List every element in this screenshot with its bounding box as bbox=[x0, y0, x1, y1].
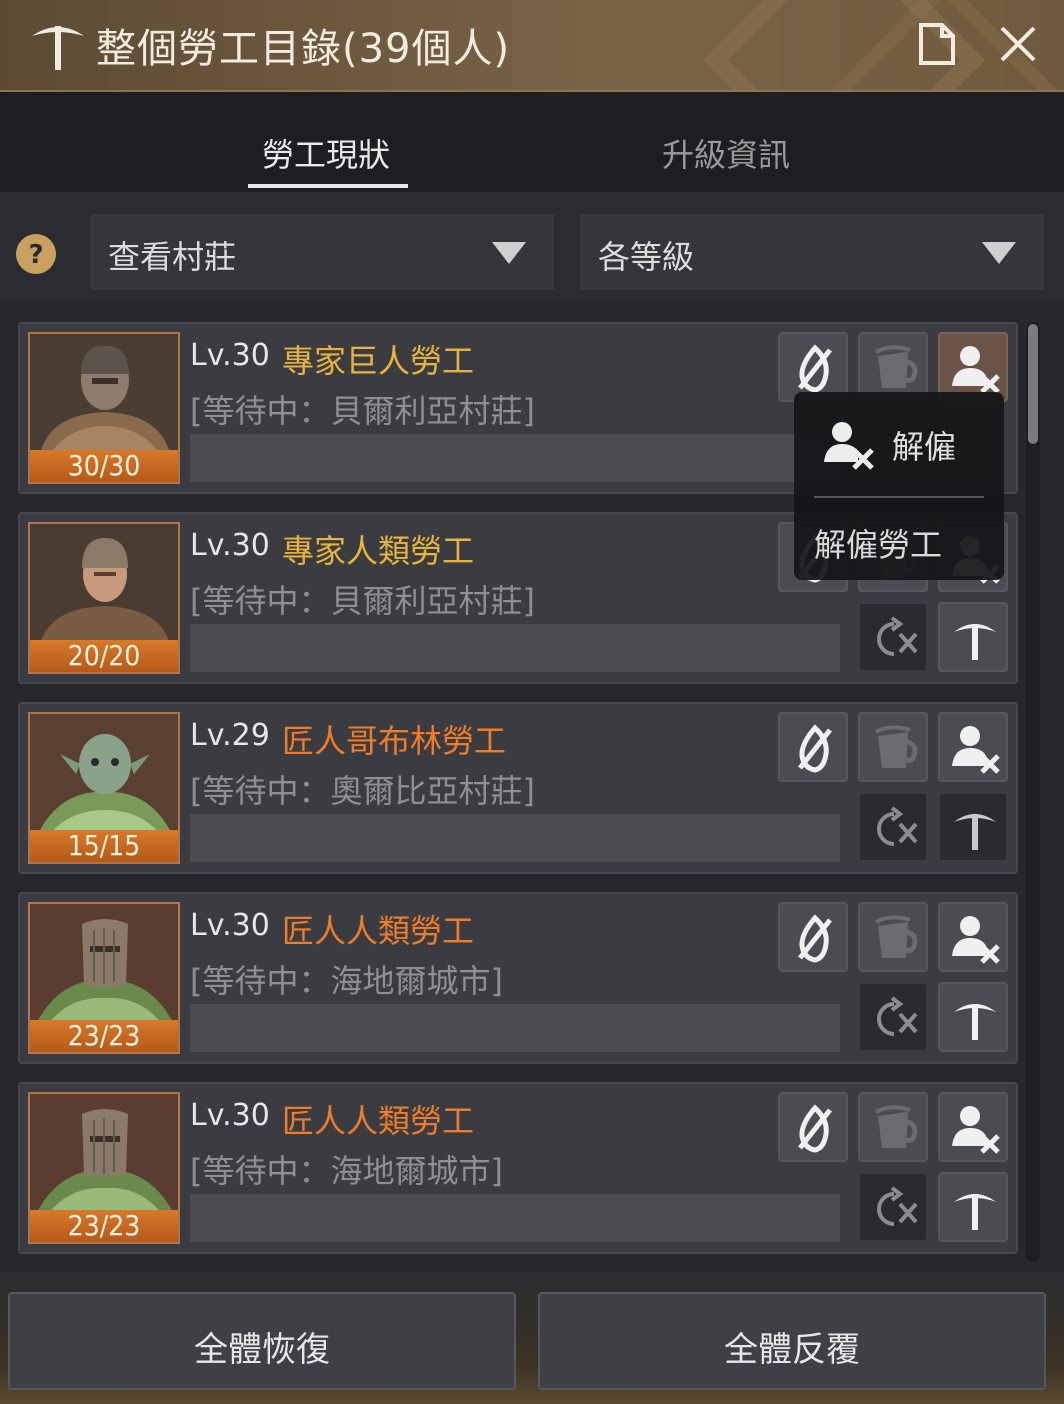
masked-worker-portrait: 23/23 bbox=[28, 1092, 180, 1244]
worker-status: [等待中：貝爾利亞村莊] bbox=[190, 582, 535, 620]
worker-name: 匠人哥布林勞工 bbox=[282, 722, 507, 760]
level-select-label: 各等級 bbox=[598, 238, 695, 276]
masked-worker-portrait: 23/23 bbox=[28, 902, 180, 1054]
bottom-bar: 全體恢復 全體反覆 bbox=[0, 1272, 1064, 1404]
worker-level: Lv.30 bbox=[190, 908, 270, 943]
worker-status: [等待中：海地爾城市] bbox=[190, 962, 503, 1000]
tab-worker-status[interactable]: 勞工現狀 bbox=[262, 130, 390, 176]
pickaxe-button[interactable] bbox=[938, 792, 1008, 862]
stamina-badge: 15/15 bbox=[30, 830, 178, 862]
help-icon[interactable]: ? bbox=[14, 232, 58, 276]
worker-status: [等待中：奧爾比亞村莊] bbox=[190, 772, 535, 810]
close-icon[interactable] bbox=[996, 22, 1040, 66]
tab-bar: 勞工現狀 升級資訊 bbox=[0, 92, 1064, 192]
goblin-worker-portrait: 15/15 bbox=[28, 712, 180, 864]
svg-text:?: ? bbox=[28, 240, 43, 270]
stamina-badge: 30/30 bbox=[30, 450, 178, 482]
dismiss-worker-icon bbox=[824, 422, 874, 470]
window-title: 整個勞工目錄(39個人) bbox=[96, 26, 511, 72]
worker-status: [等待中：海地爾城市] bbox=[190, 1152, 503, 1190]
pickaxe-icon bbox=[32, 26, 84, 70]
divider bbox=[814, 496, 984, 498]
stamina-badge: 23/23 bbox=[30, 1020, 178, 1052]
repeat-all-label: 全體反覆 bbox=[724, 1330, 860, 1370]
repeat-cancel-button[interactable] bbox=[858, 602, 928, 672]
tab-upgrade-info[interactable]: 升級資訊 bbox=[662, 130, 790, 176]
dismiss-worker-button[interactable] bbox=[938, 712, 1008, 782]
village-select[interactable]: 查看村莊 bbox=[88, 212, 556, 292]
no-flame-button[interactable] bbox=[778, 1092, 848, 1162]
cup-button[interactable] bbox=[858, 1092, 928, 1162]
worker-card[interactable]: 23/23 Lv.30 匠人人類勞工 [等待中：海地爾城市] bbox=[18, 1082, 1018, 1254]
worker-name: 匠人人類勞工 bbox=[282, 1102, 475, 1140]
worker-name: 專家巨人勞工 bbox=[282, 342, 475, 380]
worker-level: Lv.30 bbox=[190, 338, 270, 373]
no-flame-button[interactable] bbox=[778, 712, 848, 782]
dismiss-worker-button[interactable] bbox=[938, 1092, 1008, 1162]
pickaxe-button[interactable] bbox=[938, 1172, 1008, 1242]
pickaxe-button[interactable] bbox=[938, 602, 1008, 672]
repeat-all-button[interactable]: 全體反覆 bbox=[538, 1292, 1046, 1390]
dismiss-worker-label[interactable]: 解僱勞工 bbox=[814, 520, 942, 566]
recover-all-label: 全體恢復 bbox=[194, 1330, 330, 1370]
level-select[interactable]: 各等級 bbox=[578, 212, 1046, 292]
worker-card[interactable]: 15/15 Lv.29 匠人哥布林勞工 [等待中：奧爾比亞村莊] bbox=[18, 702, 1018, 874]
dismiss-label[interactable]: 解僱 bbox=[892, 422, 956, 468]
worker-level: Lv.29 bbox=[190, 718, 270, 753]
scroll-thumb[interactable] bbox=[1028, 324, 1038, 444]
progress-bar bbox=[190, 624, 840, 672]
repeat-cancel-button[interactable] bbox=[858, 982, 928, 1052]
stamina-badge: 20/20 bbox=[30, 640, 178, 672]
worker-level: Lv.30 bbox=[190, 528, 270, 563]
worker-status: [等待中：貝爾利亞村莊] bbox=[190, 392, 535, 430]
title-bar: 整個勞工目錄(39個人) bbox=[0, 0, 1064, 92]
recover-all-button[interactable]: 全體恢復 bbox=[8, 1292, 516, 1390]
worker-card[interactable]: 23/23 Lv.30 匠人人類勞工 [等待中：海地爾城市] bbox=[18, 892, 1018, 1064]
active-tab-indicator bbox=[248, 184, 408, 188]
document-icon[interactable] bbox=[916, 22, 958, 66]
chevron-down-icon bbox=[492, 242, 526, 264]
filter-row: ? 查看村莊 各等級 bbox=[0, 192, 1064, 302]
worker-name: 匠人人類勞工 bbox=[282, 912, 475, 950]
cup-button[interactable] bbox=[858, 902, 928, 972]
worker-name: 專家人類勞工 bbox=[282, 532, 475, 570]
village-select-label: 查看村莊 bbox=[108, 238, 237, 276]
stamina-badge: 23/23 bbox=[30, 1210, 178, 1242]
list-scrollbar[interactable] bbox=[1026, 322, 1040, 1262]
progress-bar bbox=[190, 1194, 840, 1242]
giant-worker-portrait: 30/30 bbox=[28, 332, 180, 484]
dismiss-tooltip: 解僱 解僱勞工 bbox=[794, 392, 1004, 580]
cup-button[interactable] bbox=[858, 712, 928, 782]
repeat-cancel-button[interactable] bbox=[858, 792, 928, 862]
progress-bar bbox=[190, 1004, 840, 1052]
chevron-down-icon bbox=[982, 242, 1016, 264]
pickaxe-button[interactable] bbox=[938, 982, 1008, 1052]
progress-bar bbox=[190, 434, 840, 482]
human-worker-portrait: 20/20 bbox=[28, 522, 180, 674]
worker-level: Lv.30 bbox=[190, 1098, 270, 1133]
progress-bar bbox=[190, 814, 840, 862]
dismiss-worker-button[interactable] bbox=[938, 902, 1008, 972]
no-flame-button[interactable] bbox=[778, 902, 848, 972]
repeat-cancel-button[interactable] bbox=[858, 1172, 928, 1242]
